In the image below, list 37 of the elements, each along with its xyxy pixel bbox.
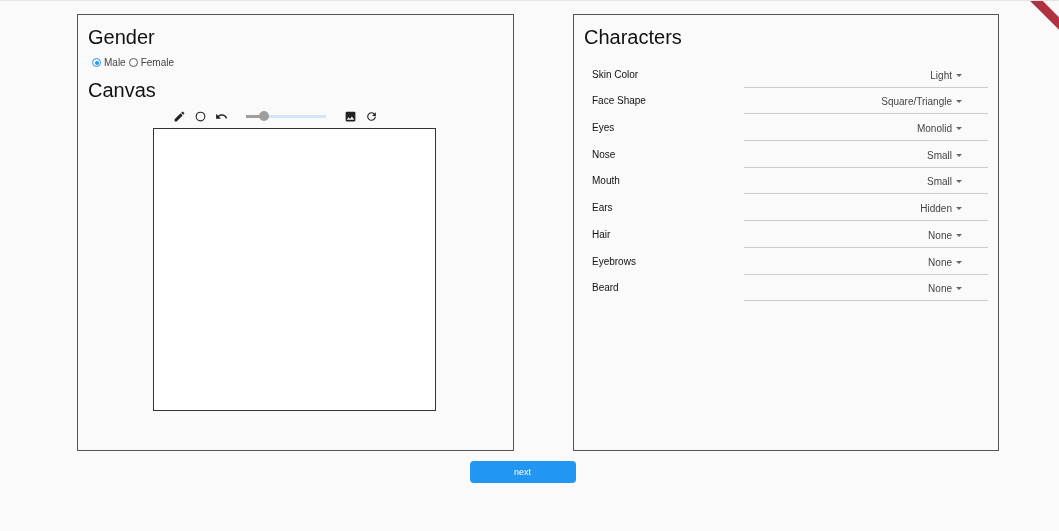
field-label: Mouth bbox=[592, 175, 620, 189]
circle-icon[interactable] bbox=[194, 110, 207, 123]
caret-icon bbox=[956, 233, 962, 237]
caret-icon bbox=[956, 207, 962, 211]
caret-icon bbox=[956, 100, 962, 104]
field-label: Hair bbox=[592, 228, 611, 242]
dropdown[interactable]: None bbox=[744, 283, 988, 302]
field-label: Skin Color bbox=[592, 68, 639, 82]
image-icon[interactable] bbox=[344, 110, 357, 123]
field-label: Eyebrows bbox=[592, 255, 636, 269]
dropdown[interactable]: None bbox=[744, 256, 988, 275]
dropdown[interactable]: Square/Triangle bbox=[744, 96, 988, 115]
caret-icon bbox=[956, 260, 962, 264]
field-label: Beard bbox=[592, 282, 619, 296]
gender-radio[interactable]: Female bbox=[128, 57, 175, 68]
gender-radio[interactable]: Male bbox=[92, 57, 126, 68]
refresh-icon[interactable] bbox=[365, 110, 378, 123]
section-title: Gender bbox=[88, 26, 156, 49]
dropdown[interactable]: Hidden bbox=[744, 203, 988, 222]
caret-icon bbox=[956, 287, 962, 291]
dropdown[interactable]: Monolid bbox=[744, 123, 988, 142]
caret-icon bbox=[956, 73, 962, 77]
pencil-icon[interactable] bbox=[173, 110, 186, 123]
dropdown[interactable]: None bbox=[744, 229, 988, 248]
field-label: Ears bbox=[592, 202, 613, 216]
dropdown[interactable]: Small bbox=[744, 149, 988, 168]
field-label: Eyes bbox=[592, 122, 615, 136]
caret-icon bbox=[956, 153, 962, 157]
field-label: Nose bbox=[592, 148, 616, 162]
field-label: Face Shape bbox=[592, 95, 646, 109]
caret-icon bbox=[956, 127, 962, 131]
caret-icon bbox=[956, 180, 962, 184]
section-title: Canvas bbox=[88, 79, 157, 102]
dropdown[interactable]: Small bbox=[744, 176, 988, 195]
dropdown[interactable]: Light bbox=[744, 69, 988, 88]
section-title: Characters bbox=[584, 26, 683, 49]
brush-size-slider[interactable] bbox=[246, 110, 326, 123]
